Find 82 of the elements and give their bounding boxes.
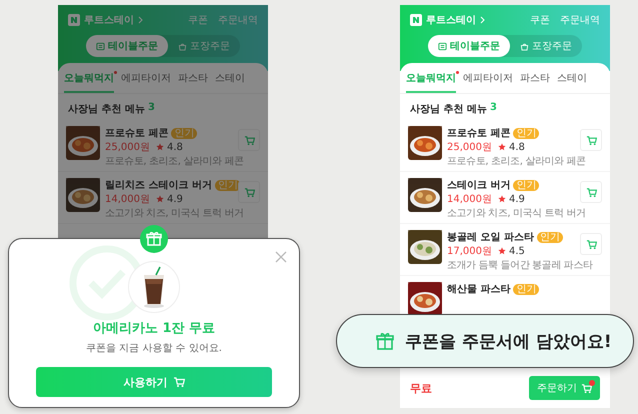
add-to-cart-button[interactable] <box>580 181 602 203</box>
item-rating: 4.5 <box>509 246 525 256</box>
item-description: 소고기와 치즈, 미국식 트럭 버거 <box>447 207 587 220</box>
item-badge: 인기 <box>513 284 540 294</box>
table-icon <box>438 42 447 50</box>
cart-icon <box>581 382 592 394</box>
star-icon <box>156 143 164 151</box>
item-name: 릴리치즈 스테이크 버거 <box>105 179 212 192</box>
item-rating: 4.8 <box>167 142 183 152</box>
cart-icon <box>172 376 184 388</box>
star-icon <box>156 195 164 203</box>
item-description: 소고기와 치즈, 미국식 트럭 버거 <box>105 207 245 220</box>
item-rating: 4.9 <box>167 194 183 204</box>
item-rating: 4.9 <box>509 194 525 204</box>
bag-icon <box>178 42 187 50</box>
category-tab[interactable]: 오늘뭐먹지 <box>64 71 114 93</box>
add-to-cart-button[interactable] <box>238 129 260 151</box>
header-link[interactable]: 쿠폰 <box>530 13 550 27</box>
bag-icon <box>520 42 529 50</box>
item-badge: 인기 <box>513 180 540 190</box>
item-badge: 인기 <box>513 128 540 138</box>
order-type-tab[interactable]: 테이블주문 <box>86 35 168 57</box>
category-tab[interactable]: 파스타 <box>178 71 208 93</box>
coupon-message: 쿠폰을 지금 사용할 수 있어요. <box>86 342 222 355</box>
section-title: 사장님 추천 메뉴 <box>410 103 487 116</box>
section-title: 사장님 추천 메뉴 <box>68 103 145 116</box>
header-link[interactable]: 주문내역 <box>218 13 258 27</box>
cart-icon <box>586 134 596 146</box>
order-button[interactable]: 주문하기 <box>529 376 600 400</box>
store-name[interactable]: 루트스테이 <box>426 13 476 27</box>
cart-icon <box>244 186 254 198</box>
item-name: 스테이크 버거 <box>447 179 510 192</box>
item-badge: 인기 <box>214 180 241 190</box>
store-name[interactable]: 루트스테이 <box>84 13 134 27</box>
cart-icon <box>586 238 596 250</box>
item-badge: 인기 <box>171 128 198 138</box>
item-name: 해산물 파스타 <box>447 283 510 296</box>
item-description: 조개가 듬뿍 들어간 봉골레 파스타 <box>447 259 594 272</box>
item-badge: 인기 <box>536 232 563 242</box>
category-tab[interactable]: 오늘뭐먹지 <box>406 71 456 93</box>
star-icon <box>498 195 506 203</box>
item-name: 봉골레 오일 파스타 <box>447 231 534 244</box>
logo-icon <box>410 14 422 26</box>
gift-icon <box>375 331 395 351</box>
category-tab[interactable]: 스테이 <box>215 71 245 93</box>
item-rating: 4.8 <box>509 142 525 152</box>
category-tab[interactable]: 스테이 <box>557 71 587 93</box>
star-icon <box>498 143 506 151</box>
category-tab[interactable]: 에피타이저 <box>463 71 513 93</box>
item-price: 14,000원 <box>447 193 492 206</box>
close-button[interactable] <box>275 251 287 263</box>
chevron-icon <box>138 16 143 24</box>
item-price: 25,000원 <box>447 141 492 154</box>
header-link[interactable]: 쿠폰 <box>188 13 208 27</box>
category-tab[interactable]: 파스타 <box>520 71 550 93</box>
item-description: 프로슈토, 초리조, 살라미와 페콘 <box>447 155 587 168</box>
add-to-cart-button[interactable] <box>238 181 260 203</box>
logo-icon <box>68 14 80 26</box>
star-icon <box>498 247 506 255</box>
category-tab[interactable]: 에피타이저 <box>121 71 171 93</box>
chevron-icon <box>480 16 485 24</box>
item-name: 프로슈토 페콘 <box>105 127 168 140</box>
table-icon <box>96 42 105 50</box>
cart-icon <box>586 186 596 198</box>
item-price: 14,000원 <box>105 193 150 206</box>
item-name: 프로슈토 페콘 <box>447 127 510 140</box>
item-price: 17,000원 <box>447 245 492 258</box>
item-description: 프로슈토, 초리조, 살라미와 페콘 <box>105 155 245 168</box>
toast-text: 쿠폰을 주문서에 담았어요! <box>405 330 612 352</box>
item-count: 3 <box>490 102 497 115</box>
header-link[interactable]: 주문내역 <box>560 13 600 27</box>
coupon-title: 아메리카노 1잔 무료 <box>92 320 216 337</box>
item-price: 25,000원 <box>105 141 150 154</box>
order-type-tab[interactable]: 포장주문 <box>168 35 240 57</box>
order-type-tab[interactable]: 포장주문 <box>510 35 582 57</box>
total-price: 무료 <box>410 380 432 396</box>
order-type-tab[interactable]: 테이블주문 <box>428 35 510 57</box>
add-to-cart-button[interactable] <box>580 233 602 255</box>
item-count: 3 <box>148 102 155 115</box>
use-coupon-button[interactable]: 사용하기 <box>36 367 272 397</box>
cart-icon <box>244 134 254 146</box>
add-to-cart-button[interactable] <box>580 129 602 151</box>
